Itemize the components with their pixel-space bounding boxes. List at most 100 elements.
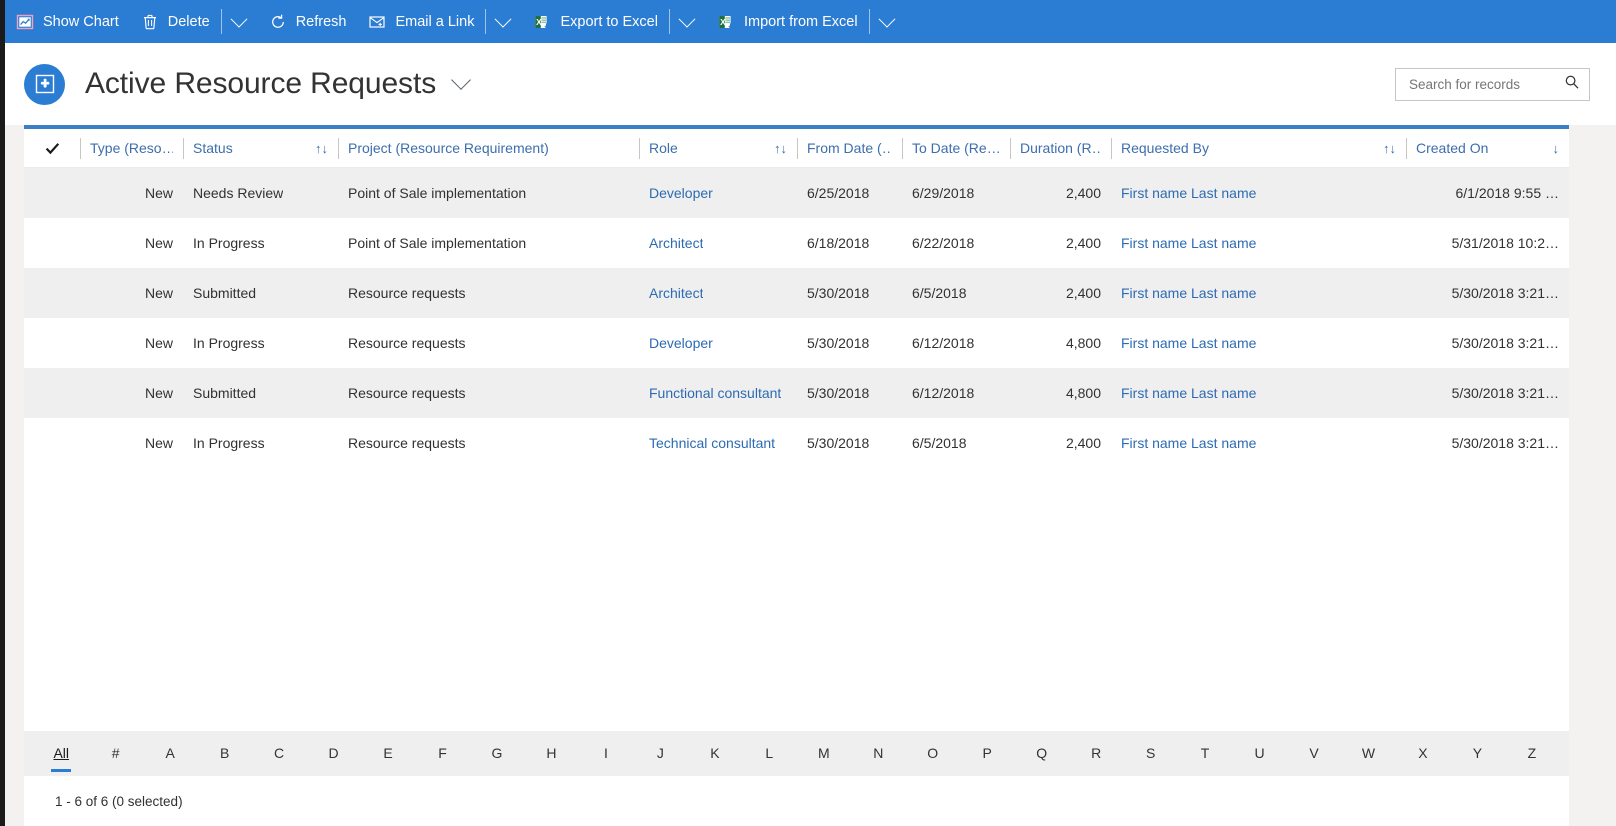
alpha-index-z[interactable]: Z — [1505, 746, 1559, 762]
cell-to-date: 6/5/2018 — [902, 418, 1010, 468]
cell-requested-by[interactable]: First name Last name — [1111, 268, 1406, 318]
alpha-index-b[interactable]: B — [197, 746, 251, 762]
cell-requested-by[interactable]: First name Last name — [1111, 218, 1406, 268]
cell-requested-by[interactable]: First name Last name — [1111, 168, 1406, 218]
alpha-index-q[interactable]: Q — [1014, 746, 1068, 762]
cell-role[interactable]: Architect — [639, 268, 797, 318]
select-all-checkbox[interactable] — [24, 129, 80, 168]
table-row[interactable]: New Submitted Resource requests Function… — [24, 368, 1569, 418]
cell-duration: 2,400 — [1010, 218, 1111, 268]
alpha-index-l[interactable]: L — [742, 746, 796, 762]
alpha-index-s[interactable]: S — [1123, 746, 1177, 762]
delete-more-commands-button[interactable] — [221, 0, 258, 43]
row-checkbox[interactable] — [24, 418, 80, 468]
cell-role[interactable]: Developer — [639, 318, 797, 368]
sort-toggle-icon[interactable]: ↑↓ — [1375, 142, 1396, 155]
column-header-status[interactable]: Status ↑↓ — [183, 129, 338, 168]
search-input[interactable] — [1407, 76, 1564, 93]
refresh-icon — [269, 13, 287, 31]
alpha-index-w[interactable]: W — [1341, 746, 1395, 762]
export-to-excel-more-commands-button[interactable] — [669, 0, 706, 43]
row-checkbox[interactable] — [24, 368, 80, 418]
table-row[interactable]: New In Progress Resource requests Develo… — [24, 318, 1569, 368]
cell-status: Submitted — [183, 268, 338, 318]
table-row[interactable]: New In Progress Point of Sale implementa… — [24, 218, 1569, 268]
cell-requested-by[interactable]: First name Last name — [1111, 368, 1406, 418]
column-header-type[interactable]: Type (Reso…) — [80, 129, 183, 168]
alpha-index-o[interactable]: O — [906, 746, 960, 762]
alpha-index-i[interactable]: I — [579, 746, 633, 762]
search-box[interactable] — [1395, 68, 1590, 101]
sort-toggle-icon[interactable]: ↑↓ — [307, 142, 328, 155]
alpha-index-a[interactable]: A — [143, 746, 197, 762]
email-a-link-label: Email a Link — [395, 14, 474, 30]
cell-type: New — [80, 218, 183, 268]
row-checkbox[interactable] — [24, 318, 80, 368]
alpha-index-v[interactable]: V — [1287, 746, 1341, 762]
cell-to-date: 6/12/2018 — [902, 318, 1010, 368]
table-row[interactable]: New Submitted Resource requests Architec… — [24, 268, 1569, 318]
cell-to-date: 6/29/2018 — [902, 168, 1010, 218]
column-header-to-date[interactable]: To Date (Re… — [902, 129, 1010, 168]
column-header-from-date[interactable]: From Date (… — [797, 129, 902, 168]
alpha-index-x[interactable]: X — [1396, 746, 1450, 762]
email-a-link-button[interactable]: Email a Link — [357, 0, 485, 43]
alpha-index-hash[interactable]: # — [88, 746, 142, 762]
import-from-excel-more-commands-button[interactable] — [869, 0, 906, 43]
cell-role[interactable]: Functional consultant — [639, 368, 797, 418]
email-link-icon — [368, 13, 386, 31]
alpha-index-f[interactable]: F — [415, 746, 469, 762]
alpha-index-n[interactable]: N — [851, 746, 905, 762]
column-header-label: From Date (… — [807, 140, 892, 156]
column-header-role[interactable]: Role ↑↓ — [639, 129, 797, 168]
delete-button[interactable]: Delete — [130, 0, 221, 43]
alpha-index-y[interactable]: Y — [1450, 746, 1504, 762]
cell-from-date: 6/18/2018 — [797, 218, 902, 268]
excel-icon: X — [717, 13, 735, 31]
cell-type: New — [80, 368, 183, 418]
alpha-index-m[interactable]: M — [797, 746, 851, 762]
table-row[interactable]: New In Progress Resource requests Techni… — [24, 418, 1569, 468]
alpha-index-t[interactable]: T — [1178, 746, 1232, 762]
alpha-index-all[interactable]: All — [34, 746, 88, 762]
alpha-index-r[interactable]: R — [1069, 746, 1123, 762]
column-header-label: To Date (Re… — [912, 140, 1000, 156]
alpha-index-j[interactable]: J — [633, 746, 687, 762]
alpha-index-p[interactable]: P — [960, 746, 1014, 762]
column-header-label: Duration (R… — [1020, 140, 1101, 156]
cell-role[interactable]: Architect — [639, 218, 797, 268]
row-checkbox[interactable] — [24, 218, 80, 268]
row-checkbox[interactable] — [24, 168, 80, 218]
cell-role[interactable]: Developer — [639, 168, 797, 218]
column-header-project[interactable]: Project (Resource Requirement) — [338, 129, 639, 168]
alpha-index-c[interactable]: C — [252, 746, 306, 762]
email-a-link-more-commands-button[interactable] — [485, 0, 522, 43]
row-checkbox[interactable] — [24, 268, 80, 318]
show-chart-button[interactable]: Show Chart — [5, 0, 130, 43]
import-from-excel-button[interactable]: X Import from Excel — [706, 0, 869, 43]
column-header-requested-by[interactable]: Requested By ↑↓ — [1111, 129, 1406, 168]
cell-requested-by[interactable]: First name Last name — [1111, 418, 1406, 468]
sort-toggle-icon[interactable]: ↑↓ — [766, 142, 787, 155]
column-header-created-on[interactable]: Created On ↓ — [1406, 129, 1569, 168]
cell-created-on: 5/31/2018 10:2… — [1406, 218, 1569, 268]
alpha-index-h[interactable]: H — [524, 746, 578, 762]
chevron-down-icon[interactable] — [451, 70, 471, 90]
search-icon[interactable] — [1564, 74, 1580, 95]
sort-descending-icon[interactable]: ↓ — [1545, 142, 1560, 155]
cell-requested-by[interactable]: First name Last name — [1111, 318, 1406, 368]
alpha-index-e[interactable]: E — [361, 746, 415, 762]
alpha-index-d[interactable]: D — [306, 746, 360, 762]
grid-header-row: Type (Reso…) Status ↑↓ Project (Resource… — [24, 129, 1569, 168]
refresh-button[interactable]: Refresh — [258, 0, 358, 43]
cell-from-date: 5/30/2018 — [797, 368, 902, 418]
alpha-index-k[interactable]: K — [688, 746, 742, 762]
cell-from-date: 5/30/2018 — [797, 318, 902, 368]
export-to-excel-button[interactable]: X Export to Excel — [522, 0, 669, 43]
cell-role[interactable]: Technical consultant — [639, 418, 797, 468]
alpha-index-g[interactable]: G — [470, 746, 524, 762]
resource-request-icon — [24, 64, 65, 105]
column-header-duration[interactable]: Duration (R… — [1010, 129, 1111, 168]
table-row[interactable]: New Needs Review Point of Sale implement… — [24, 168, 1569, 218]
alpha-index-u[interactable]: U — [1232, 746, 1286, 762]
